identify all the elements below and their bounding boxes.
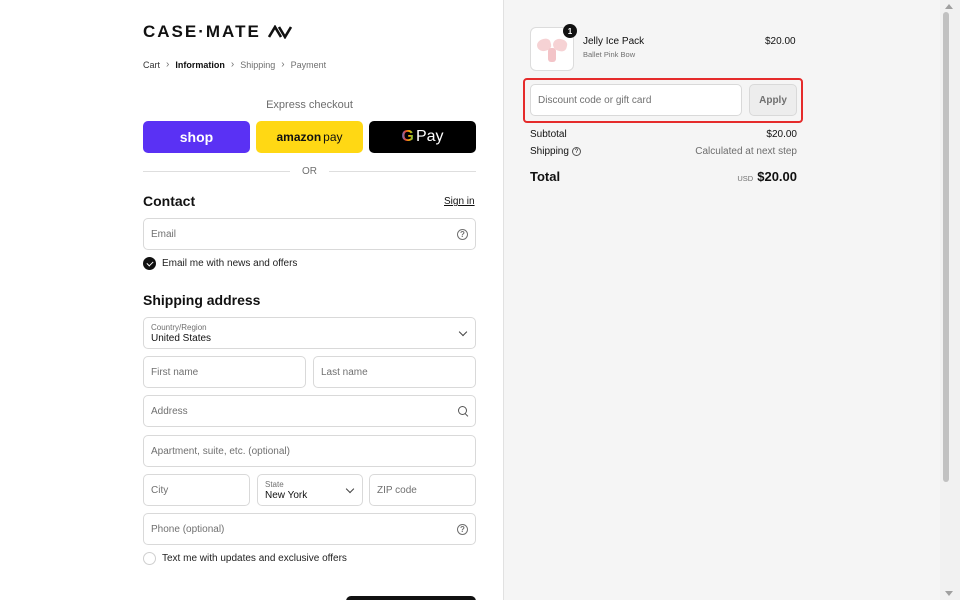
contact-title: Contact (143, 193, 196, 209)
continue-button[interactable] (346, 596, 476, 600)
google-g-icon: G (401, 128, 414, 145)
express-checkout-label: Express checkout (266, 99, 353, 111)
discount-code-input[interactable]: Discount code or gift card (530, 84, 742, 116)
google-pay-button[interactable]: G Pay (369, 121, 476, 153)
state-select[interactable]: State New York (257, 474, 363, 506)
search-icon (458, 406, 468, 416)
email-placeholder: Email (151, 228, 177, 240)
chevron-right-icon: › (230, 59, 235, 70)
phone-placeholder: Phone (optional) (151, 523, 225, 535)
scrollbar-thumb[interactable] (943, 12, 949, 482)
or-divider: OR (143, 166, 476, 177)
shipping-address-title: Shipping address (143, 292, 261, 308)
city-placeholder: City (151, 484, 169, 496)
address-placeholder: Address (151, 405, 188, 417)
country-select[interactable]: Country/Region United States (143, 317, 476, 349)
subtotal-row: Subtotal $20.00 (530, 129, 797, 140)
product-price: $20.00 (765, 36, 796, 47)
help-icon[interactable]: ? (457, 523, 468, 535)
chevron-right-icon: › (166, 59, 170, 70)
state-value: New York (265, 489, 308, 501)
or-label: OR (302, 166, 317, 177)
email-field[interactable]: Email ? (143, 218, 476, 250)
breadcrumb-cart[interactable]: Cart (143, 60, 160, 70)
apartment-placeholder: Apartment, suite, etc. (optional) (151, 445, 290, 457)
chevron-down-icon (458, 327, 468, 337)
logo-text: CASE·MATE (143, 22, 261, 41)
shipping-label: Shipping (530, 146, 569, 157)
chevron-down-icon (345, 484, 355, 494)
address-field[interactable]: Address (143, 395, 476, 427)
total-label: Total (530, 169, 561, 184)
state-label: State (265, 479, 284, 489)
shipping-row: Shipping? Calculated at next step (530, 146, 797, 157)
breadcrumb-information: Information (175, 59, 225, 70)
amazon-pay-button[interactable]: amazon pay (256, 121, 363, 153)
brand-logo[interactable]: CASE·MATE (143, 22, 293, 42)
breadcrumb-payment: Payment (290, 59, 327, 70)
bow-image (537, 36, 567, 62)
help-icon[interactable]: ? (457, 228, 468, 240)
news-label: Email me with news and offers (162, 258, 298, 269)
scroll-down-arrow-icon[interactable] (945, 591, 953, 596)
apply-discount-button[interactable]: Apply (749, 84, 797, 116)
breadcrumb: Cart › Information › Shipping › Payment (143, 59, 326, 70)
shop-pay-label: shop (179, 129, 214, 145)
country-label: Country/Region (151, 322, 207, 332)
divider-line (143, 171, 290, 172)
last-name-placeholder: Last name (321, 366, 368, 378)
phone-field[interactable]: Phone (optional) ? (143, 513, 476, 545)
help-icon[interactable]: ? (571, 146, 581, 156)
sms-label: Text me with updates and exclusive offer… (162, 553, 347, 564)
apartment-field[interactable]: Apartment, suite, etc. (optional) (143, 435, 476, 467)
shipping-value: Calculated at next step (695, 146, 797, 157)
currency-code: USD (737, 174, 754, 183)
news-checkbox[interactable] (143, 257, 156, 270)
amazon-pay-label: pay (323, 130, 343, 144)
scroll-up-arrow-icon[interactable] (945, 4, 953, 9)
google-pay-label: Pay (415, 128, 444, 145)
quantity-badge: 1 (563, 24, 577, 38)
total-value: $20.00 (757, 169, 797, 184)
zip-placeholder: ZIP code (377, 484, 417, 496)
product-variant: Ballet Pink Bow (583, 50, 636, 59)
amazon-label: amazon (276, 130, 322, 144)
zip-field[interactable]: ZIP code (369, 474, 476, 506)
breadcrumb-shipping: Shipping (240, 59, 276, 70)
sign-in-link[interactable]: Sign in (444, 196, 475, 207)
discount-placeholder: Discount code or gift card (538, 94, 652, 106)
subtotal-value: $20.00 (766, 129, 797, 140)
country-value: United States (151, 332, 212, 344)
city-field[interactable]: City (143, 474, 250, 506)
shop-pay-button[interactable]: shop (143, 121, 250, 153)
product-name: Jelly Ice Pack (583, 36, 645, 47)
divider-line (329, 171, 476, 172)
sms-checkbox-row[interactable]: Text me with updates and exclusive offer… (143, 552, 347, 565)
page-scrollbar[interactable] (940, 0, 960, 600)
logo-mark-icon (267, 25, 292, 39)
chevron-right-icon: › (281, 59, 285, 70)
total-row: Total USD $20.00 (530, 169, 797, 184)
news-checkbox-row[interactable]: Email me with news and offers (143, 257, 297, 270)
sms-checkbox[interactable] (143, 552, 156, 565)
last-name-field[interactable]: Last name (313, 356, 476, 388)
first-name-placeholder: First name (151, 366, 199, 378)
first-name-field[interactable]: First name (143, 356, 306, 388)
checkout-main-panel: CASE·MATE Cart › Information › Shipping … (0, 0, 503, 600)
subtotal-label: Subtotal (530, 129, 567, 140)
